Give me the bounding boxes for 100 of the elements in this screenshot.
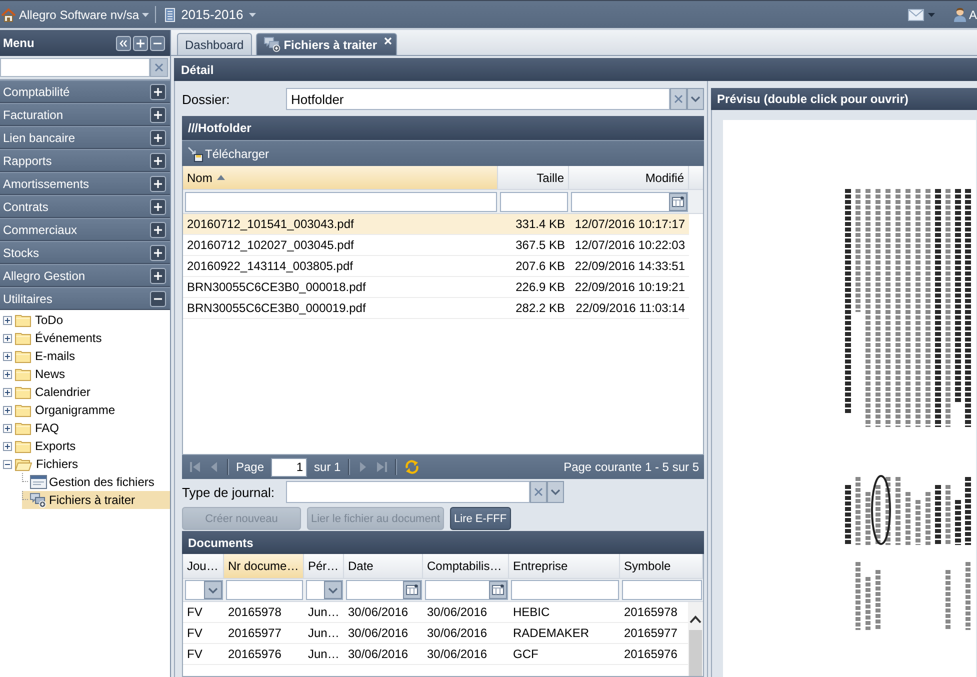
tree-item[interactable]: FAQ: [0, 419, 170, 437]
folder-icon: [15, 350, 31, 362]
expand-icon[interactable]: [3, 388, 12, 396]
filter-field[interactable]: [226, 580, 303, 600]
plus-icon[interactable]: [150, 84, 166, 100]
file-row[interactable]: 20160712_101541_003043.pdf 331.4 KB 12/07/2016 10:17:17: [183, 214, 689, 235]
tab[interactable]: Dashboard: [177, 33, 252, 55]
menu-section-header[interactable]: Allegro Gestion: [0, 264, 170, 287]
plus-icon[interactable]: [150, 152, 166, 168]
tree-item[interactable]: ToDo: [0, 311, 170, 329]
filter-field[interactable]: [500, 192, 568, 212]
expand-icon[interactable]: [3, 424, 12, 432]
tree-item[interactable]: Fichiers à traiter: [22, 491, 170, 509]
expand-icon[interactable]: [3, 334, 12, 342]
plus-icon[interactable]: [150, 244, 166, 260]
expand-icon[interactable]: [3, 406, 12, 414]
column-header[interactable]: Comptabilis…: [423, 554, 509, 578]
plus-icon[interactable]: [150, 106, 166, 122]
plus-icon[interactable]: [133, 36, 148, 50]
document-row[interactable]: FV 20165976 Jun… 30/06/2016 30/06/2016 GCF 20165976: [183, 644, 688, 665]
company-menu[interactable]: Allegro Software nv/sa: [1, 4, 150, 26]
dropdown-icon[interactable]: [324, 581, 342, 599]
menu-search-field[interactable]: [0, 58, 150, 77]
table-cell-text: Jun…: [307, 626, 340, 640]
tree-item[interactable]: News: [0, 365, 170, 383]
filter-field[interactable]: [306, 580, 343, 600]
filter-field[interactable]: [622, 580, 702, 600]
document-row[interactable]: FV 20165977 Jun… 30/06/2016 30/06/2016 RADEMAKER 20165977: [183, 623, 688, 644]
expand-icon[interactable]: [3, 442, 12, 450]
filter-field[interactable]: [185, 192, 497, 212]
filter-field[interactable]: [511, 580, 619, 600]
dropdown-icon[interactable]: [204, 581, 222, 599]
user-menu[interactable]: A: [952, 4, 977, 26]
open-folder-icon: [15, 458, 32, 470]
menu-section-header[interactable]: Facturation: [0, 103, 170, 126]
tree-item[interactable]: E-mails: [0, 347, 170, 365]
collapse-icon[interactable]: [3, 460, 12, 468]
caret-icon: [928, 12, 935, 16]
refresh-icon[interactable]: [404, 459, 420, 475]
plus-icon[interactable]: [150, 176, 166, 192]
tree-item[interactable]: Organigramme: [0, 401, 170, 419]
column-header[interactable]: Symbole: [620, 554, 703, 578]
menu-section-header[interactable]: Comptabilité: [0, 80, 170, 103]
column-header[interactable]: Pér…: [304, 554, 344, 578]
tree-item[interactable]: Fichiers: [0, 455, 170, 473]
file-row[interactable]: BRN30055C6CE3B0_000018.pdf 226.9 KB 22/09/2016 10:19:21: [183, 277, 689, 298]
tree-item[interactable]: Événements: [0, 329, 170, 347]
column-header[interactable]: Date: [344, 554, 423, 578]
tree-item[interactable]: Calendrier: [0, 383, 170, 401]
minus-icon[interactable]: [150, 36, 165, 50]
double-chevron-left-icon[interactable]: [116, 36, 131, 50]
tree-item[interactable]: Exports: [0, 437, 170, 455]
chevron-up-icon[interactable]: [689, 615, 702, 624]
expand-icon[interactable]: [3, 316, 12, 324]
filter-field[interactable]: [185, 580, 223, 600]
journal-type-field[interactable]: [286, 481, 530, 503]
menu-section-header[interactable]: Lien bancaire: [0, 126, 170, 149]
menu-section-header[interactable]: Rapports: [0, 149, 170, 172]
tab[interactable]: Fichiers à traiter: [256, 33, 398, 55]
menu-section-header[interactable]: Contrats: [0, 195, 170, 218]
dropdown-icon[interactable]: [687, 88, 704, 110]
plus-icon[interactable]: [150, 130, 166, 146]
menu-section-header[interactable]: Amortissements: [0, 172, 170, 195]
column-header[interactable]: Nom: [183, 166, 498, 189]
column-header[interactable]: Taille: [498, 166, 569, 189]
page-number-field[interactable]: 1: [271, 458, 308, 476]
filter-field[interactable]: [425, 580, 508, 600]
filter-field[interactable]: [571, 192, 688, 212]
expand-icon[interactable]: [3, 370, 12, 378]
plus-icon[interactable]: [150, 198, 166, 214]
plus-icon[interactable]: [150, 222, 166, 238]
folder-icon: [15, 368, 31, 380]
file-row[interactable]: 20160712_102027_003045.pdf 367.5 KB 12/07/2016 10:22:03: [183, 235, 689, 256]
action-button[interactable]: Lire E-FFF: [450, 507, 511, 530]
table-cell-text: BRN30055C6CE3B0_000018.pdf: [186, 280, 367, 294]
calendar-icon[interactable]: [489, 581, 507, 599]
calendar-icon[interactable]: [669, 192, 687, 210]
menu-section-header[interactable]: Utilitaires: [0, 287, 170, 310]
fiscal-year-menu[interactable]: 2015-2016: [165, 4, 256, 26]
calendar-icon[interactable]: [403, 581, 421, 599]
scrollbar[interactable]: [688, 602, 703, 676]
minus-icon[interactable]: [150, 290, 166, 306]
column-header[interactable]: Modifié: [569, 166, 689, 189]
document-row[interactable]: FV 20165978 Jun… 30/06/2016 30/06/2016 HEBIC 20165978: [183, 602, 688, 623]
column-header[interactable]: Entreprise: [509, 554, 620, 578]
close-icon[interactable]: [384, 37, 392, 45]
column-header[interactable]: Nr docume…: [224, 554, 304, 578]
download-button[interactable]: Télécharger: [185, 142, 272, 164]
folder-field[interactable]: Hotfolder: [286, 88, 670, 110]
filter-field[interactable]: [346, 580, 422, 600]
file-row[interactable]: 20160922_143114_003805.pdf 207.6 KB 22/09/2016 14:33:51: [183, 256, 689, 277]
menu-section-header[interactable]: Stocks: [0, 241, 170, 264]
tree-item[interactable]: Gestion des fichiers: [22, 473, 170, 491]
file-row[interactable]: BRN30055C6CE3B0_000019.pdf 282.2 KB 22/09/2016 11:03:14: [183, 298, 689, 319]
scrollbar-thumb[interactable]: [689, 630, 702, 676]
dropdown-icon[interactable]: [547, 481, 564, 503]
plus-icon[interactable]: [150, 268, 166, 284]
expand-icon[interactable]: [3, 352, 12, 360]
menu-section-header[interactable]: Commerciaux: [0, 218, 170, 241]
page-label: Page: [236, 460, 264, 474]
